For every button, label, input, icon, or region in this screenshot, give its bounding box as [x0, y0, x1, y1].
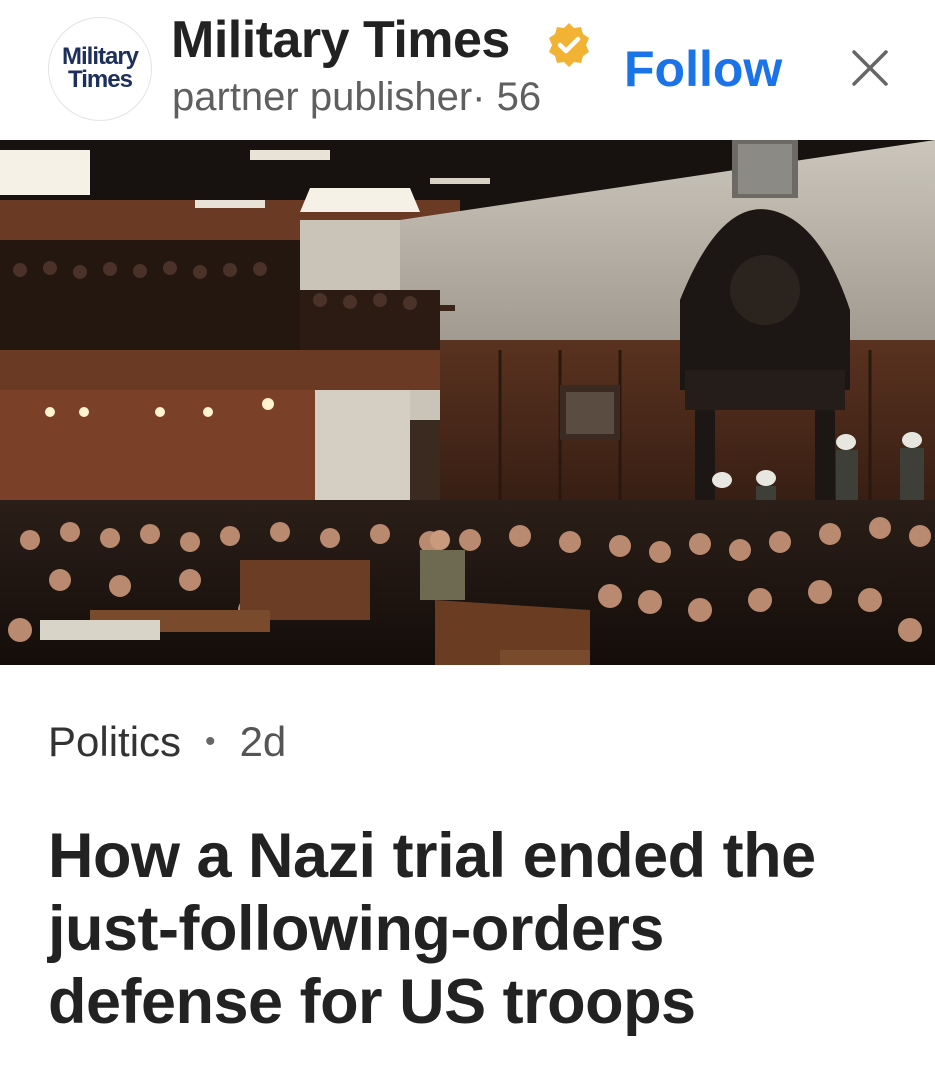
publisher-logo[interactable]: Military Times	[48, 17, 152, 121]
publisher-header: Military Times Military Times partner pu…	[0, 0, 935, 140]
meta-separator: •	[205, 725, 216, 758]
logo-line-2: Times	[68, 66, 133, 93]
article-age: 2d	[239, 718, 287, 765]
article-headline[interactable]: How a Nazi trial ended the just-followin…	[48, 820, 898, 1039]
verified-badge-icon	[549, 23, 589, 67]
publisher-name[interactable]: Military Times	[171, 10, 510, 70]
close-icon[interactable]	[848, 46, 892, 90]
article-meta: Politics • 2d	[48, 718, 286, 766]
follow-button[interactable]: Follow	[624, 40, 782, 98]
article-hero-image[interactable]	[0, 140, 935, 665]
courtroom-photo	[0, 140, 935, 665]
publisher-meta: partner publisher· 56	[172, 75, 542, 119]
article-category[interactable]: Politics	[48, 718, 181, 766]
